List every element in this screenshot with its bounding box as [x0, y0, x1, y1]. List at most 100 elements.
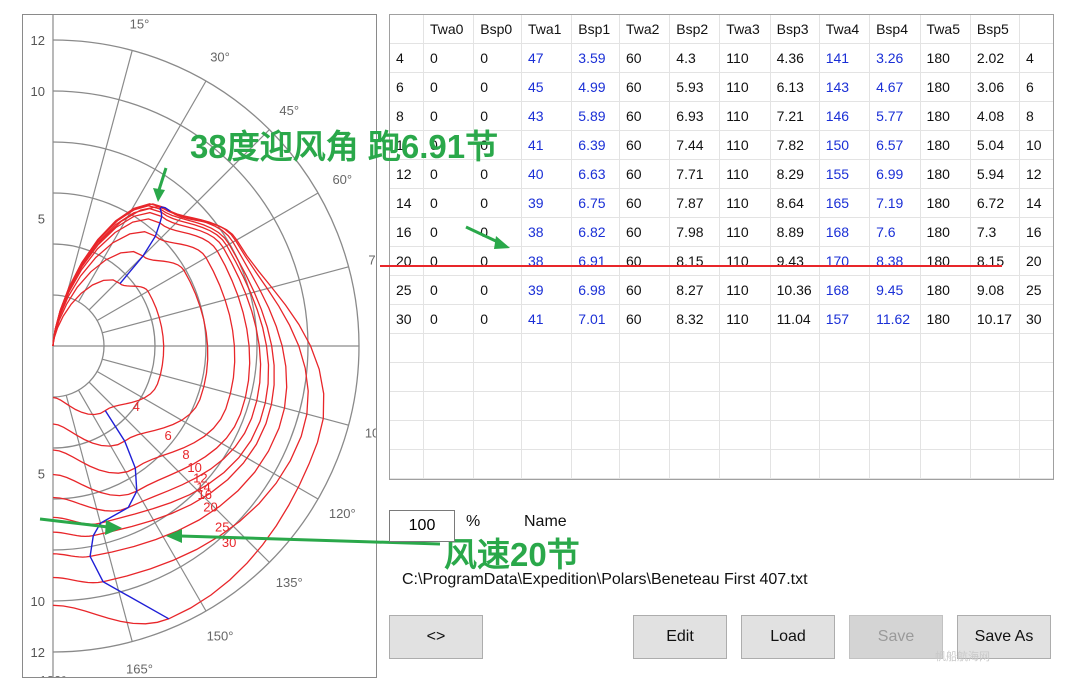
table-cell[interactable]: 39 [521, 188, 573, 218]
table-cell[interactable]: 4.08 [970, 101, 1020, 131]
table-cell[interactable]: 110 [719, 304, 771, 334]
table-cell[interactable]: 0 [473, 43, 522, 73]
table-cell[interactable]: 180 [920, 101, 971, 131]
table-cell[interactable]: 110 [719, 130, 771, 160]
table-cell[interactable]: 6 [390, 72, 424, 102]
table-cell[interactable]: 6.93 [669, 101, 721, 131]
table-cell[interactable]: 5.94 [970, 159, 1020, 189]
table-cell[interactable]: 8.89 [770, 217, 820, 247]
table-cell[interactable]: 6.75 [571, 188, 620, 218]
table-cell[interactable]: 16 [390, 217, 424, 247]
table-cell[interactable]: 3.26 [869, 43, 921, 73]
table-cell[interactable]: 6.13 [770, 72, 820, 102]
table-cell[interactable]: 10.36 [770, 275, 820, 305]
table-cell[interactable]: 60 [619, 275, 671, 305]
table-cell[interactable]: 180 [920, 130, 971, 160]
table-cell[interactable]: 0 [473, 304, 522, 334]
table-cell[interactable]: 16 [1019, 217, 1053, 247]
table-cell[interactable]: 0 [473, 217, 522, 247]
table-cell[interactable]: 20 [390, 246, 424, 276]
table-cell[interactable]: 38 [521, 246, 573, 276]
table-cell[interactable]: 180 [920, 72, 971, 102]
table-cell[interactable]: 7.3 [970, 217, 1020, 247]
table-cell[interactable]: 60 [619, 304, 671, 334]
table-cell[interactable]: 165 [819, 188, 871, 218]
table-cell[interactable]: 6.91 [571, 246, 620, 276]
table-cell[interactable]: 0 [473, 275, 522, 305]
table-cell[interactable]: 12 [1019, 159, 1053, 189]
table-cell[interactable]: 143 [819, 72, 871, 102]
save-button[interactable]: Save [849, 615, 943, 659]
table-cell[interactable]: 0 [473, 188, 522, 218]
table-cell[interactable]: 6.63 [571, 159, 620, 189]
table-cell[interactable]: 60 [619, 72, 671, 102]
table-cell[interactable]: 60 [619, 159, 671, 189]
table-cell[interactable]: 60 [619, 101, 671, 131]
table-cell[interactable]: 9.43 [770, 246, 820, 276]
table-cell[interactable]: 11.04 [770, 304, 820, 334]
table-cell[interactable]: 38 [521, 217, 573, 247]
table-cell[interactable]: 6.82 [571, 217, 620, 247]
table-row[interactable]: 30 0 0 41 7.01 60 8.32 110 11.04 157 11.62 180 10.17… [390, 304, 1053, 334]
table-cell[interactable]: 2.02 [970, 43, 1020, 73]
table-row[interactable]: 6 0 0 45 4.99 60 5.93 110 6.13 143 4.67 180 3.06 6 [390, 72, 1053, 102]
table-cell[interactable]: 4.67 [869, 72, 921, 102]
table-cell[interactable]: 7.87 [669, 188, 721, 218]
table-row[interactable]: 20 0 0 38 6.91 60 8.15 110 9.43 170 8.38 180 8.15 20 [390, 246, 1053, 276]
table-cell[interactable]: 10 [1019, 130, 1053, 160]
table-cell[interactable]: 110 [719, 246, 771, 276]
table-cell[interactable]: 180 [920, 304, 971, 334]
table-cell[interactable]: 14 [1019, 188, 1053, 218]
table-cell[interactable]: 30 [1019, 304, 1053, 334]
table-cell[interactable]: 45 [521, 72, 573, 102]
table-cell[interactable]: 40 [521, 159, 573, 189]
table-cell[interactable]: 4.36 [770, 43, 820, 73]
table-cell[interactable]: 7.98 [669, 217, 721, 247]
table-cell[interactable]: 180 [920, 188, 971, 218]
table-cell[interactable]: 8 [1019, 101, 1053, 131]
table-cell[interactable]: 168 [819, 275, 871, 305]
table-cell[interactable]: 8.15 [970, 246, 1020, 276]
table-cell[interactable]: 7.44 [669, 130, 721, 160]
table-cell[interactable]: 180 [920, 246, 971, 276]
table-cell[interactable]: 155 [819, 159, 871, 189]
table-cell[interactable]: 110 [719, 72, 771, 102]
table-cell[interactable]: 110 [719, 43, 771, 73]
table-cell[interactable]: 110 [719, 275, 771, 305]
table-cell[interactable]: 150 [819, 130, 871, 160]
table-cell[interactable]: 4 [1019, 43, 1053, 73]
table-cell[interactable]: 41 [521, 130, 573, 160]
table-cell[interactable]: 6.57 [869, 130, 921, 160]
table-cell[interactable]: 7.71 [669, 159, 721, 189]
table-cell[interactable]: 4.99 [571, 72, 620, 102]
table-cell[interactable]: 110 [719, 159, 771, 189]
table-cell[interactable]: 4 [390, 43, 424, 73]
table-cell[interactable]: 180 [920, 43, 971, 73]
table-cell[interactable]: 11.62 [869, 304, 921, 334]
table-cell[interactable]: 0 [423, 188, 475, 218]
table-cell[interactable]: 110 [719, 217, 771, 247]
table-cell[interactable]: 20 [1019, 246, 1053, 276]
edit-button[interactable]: Edit [633, 615, 727, 659]
table-cell[interactable]: 168 [819, 217, 871, 247]
table-cell[interactable]: 0 [473, 246, 522, 276]
table-cell[interactable]: 0 [423, 246, 475, 276]
table-cell[interactable]: 6 [1019, 72, 1053, 102]
table-cell[interactable]: 5.77 [869, 101, 921, 131]
table-cell[interactable]: 8.15 [669, 246, 721, 276]
table-cell[interactable]: 0 [423, 72, 475, 102]
table-cell[interactable]: 60 [619, 130, 671, 160]
table-cell[interactable]: 180 [920, 217, 971, 247]
table-cell[interactable]: 7.21 [770, 101, 820, 131]
table-cell[interactable]: 110 [719, 101, 771, 131]
table-cell[interactable]: 157 [819, 304, 871, 334]
table-cell[interactable]: 60 [619, 217, 671, 247]
table-cell[interactable]: 5.89 [571, 101, 620, 131]
table-cell[interactable]: 6.39 [571, 130, 620, 160]
table-cell[interactable]: 8.38 [869, 246, 921, 276]
scale-percent-input[interactable] [389, 510, 455, 542]
table-row[interactable]: 14 0 0 39 6.75 60 7.87 110 8.64 165 7.19 180 6.72 14 [390, 188, 1053, 218]
table-cell[interactable]: 180 [920, 159, 971, 189]
table-cell[interactable]: 30 [390, 304, 424, 334]
table-cell[interactable]: 8.27 [669, 275, 721, 305]
